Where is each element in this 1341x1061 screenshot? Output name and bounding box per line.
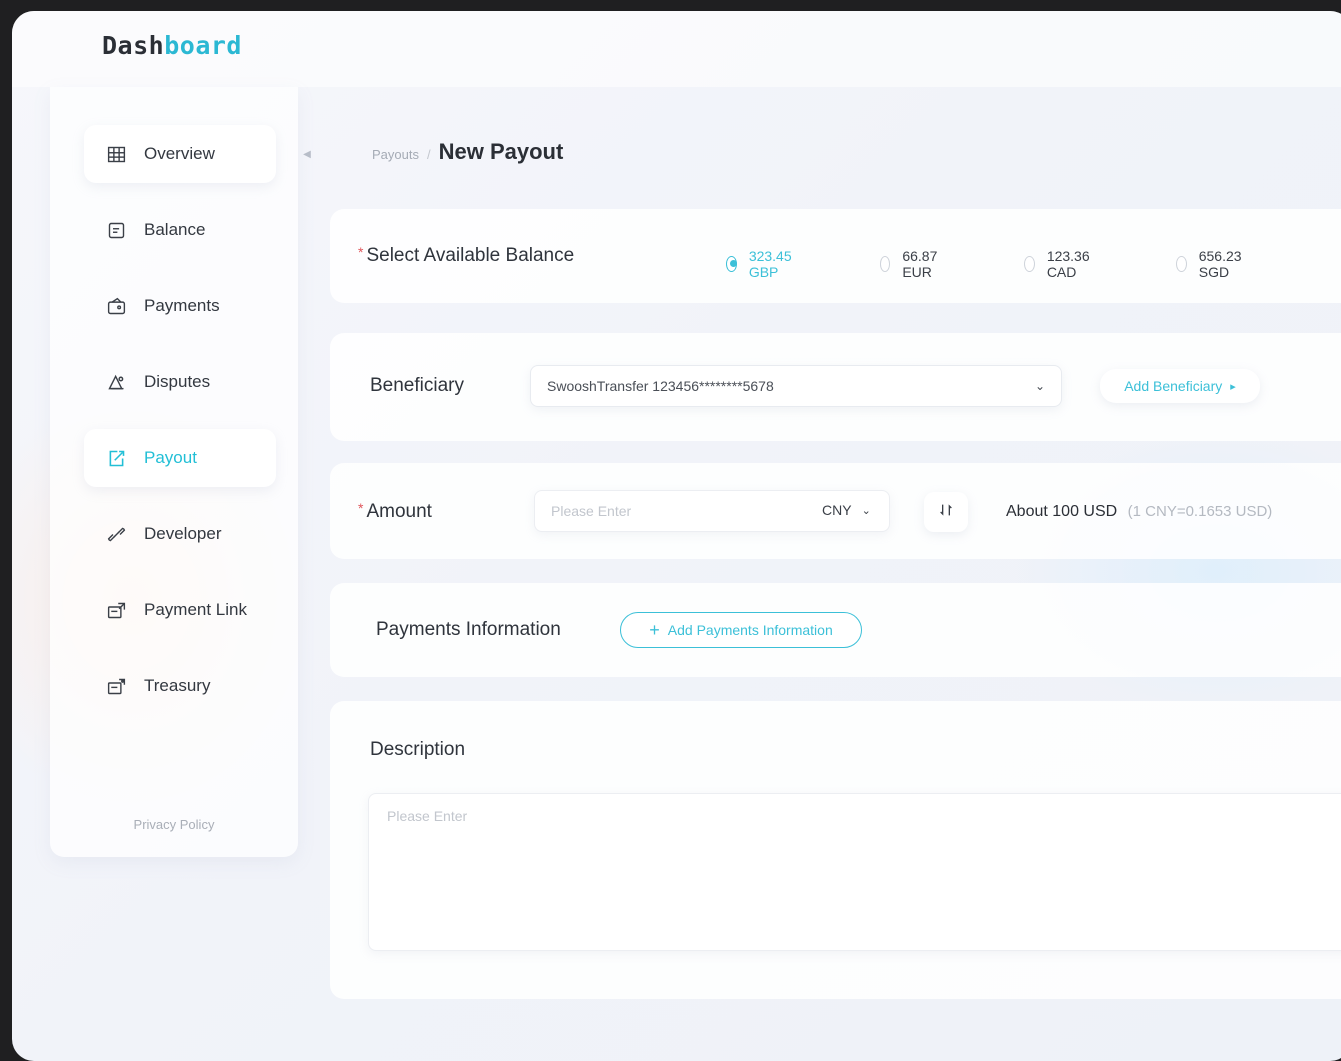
amount-card: *Amount CNY ⌄ About 100 USD (1 CNY=0.165… [330, 463, 1341, 559]
app-logo[interactable]: Dashboard [102, 31, 242, 60]
amount-label-text: Amount [366, 501, 432, 522]
about-prefix: About [1006, 503, 1048, 520]
description-label: Description [370, 739, 466, 760]
add-beneficiary-label: Add Beneficiary [1124, 378, 1223, 394]
sidebar-item-payment-link[interactable]: Payment Link [84, 581, 276, 639]
beneficiary-card: Beneficiary SwooshTransfer 123456*******… [330, 333, 1341, 441]
balance-option-label: 656.23 SGD [1198, 248, 1242, 280]
beneficiary-value: SwooshTransfer 123456********5678 [547, 378, 774, 394]
swap-icon [938, 502, 954, 523]
sidebar-item-developer[interactable]: Developer [84, 505, 276, 563]
payout-icon [102, 448, 130, 469]
radio-dot [1024, 256, 1035, 272]
sidebar-item-label: Overview [144, 144, 215, 163]
radio-dot [880, 256, 891, 272]
balance-option-gbp[interactable]: 323.45 GBP [726, 248, 797, 280]
sidebar-item-label: Balance [144, 220, 206, 239]
balance-option-label: 323.45 GBP [748, 248, 792, 280]
balance-option-eur[interactable]: 66.87 EUR [880, 248, 943, 280]
converted-amount: About 100 USD (1 CNY=0.1653 USD) [1006, 503, 1272, 521]
add-payments-info-button[interactable]: + Add Payments Information [620, 612, 862, 648]
sidebar-item-label: Developer [144, 524, 222, 543]
link-chain-icon [102, 524, 130, 545]
breadcrumb-separator: / [426, 147, 431, 162]
logo-text-dash: Dash [102, 31, 165, 60]
sidebar-item-label: Payout [144, 448, 197, 467]
description-textarea[interactable] [368, 793, 1341, 951]
description-card: Description [330, 701, 1341, 999]
privacy-policy-link[interactable]: Privacy Policy [50, 817, 298, 832]
balance-option-cad[interactable]: 123.36 CAD [1024, 248, 1095, 280]
sidebar-item-label: Treasury [144, 676, 211, 695]
chevron-down-icon: ⌄ [1034, 379, 1045, 393]
required-mark: * [358, 244, 364, 260]
app-window: Dashboard Overview Balance Payments Disp… [12, 11, 1341, 1061]
sidebar-item-treasury[interactable]: Treasury [84, 657, 276, 715]
sidebar-item-balance[interactable]: Balance [84, 201, 276, 259]
chevron-right-icon: ▸ [1230, 380, 1236, 393]
treasury-icon [102, 676, 130, 697]
add-payments-info-label: Add Payments Information [667, 622, 833, 638]
sidebar-item-label: Disputes [144, 372, 211, 391]
sidebar-item-label: Payment Link [144, 600, 247, 619]
sidebar-item-payout[interactable]: Payout [84, 429, 276, 487]
grid-icon [102, 144, 130, 165]
balance-option-label: 123.36 CAD [1046, 248, 1090, 280]
sidebar-item-overview[interactable]: Overview [84, 125, 276, 183]
chevron-down-icon: ⌄ [861, 504, 871, 517]
exchange-rate: (1 CNY=0.1653 USD) [1127, 503, 1273, 520]
beneficiary-label: Beneficiary [370, 375, 464, 396]
balance-icon [102, 220, 130, 241]
balance-option-sgd[interactable]: 656.23 SGD [1176, 248, 1247, 280]
add-beneficiary-button[interactable]: Add Beneficiary ▸ [1100, 369, 1260, 403]
about-value: 100 [1052, 503, 1079, 520]
payment-link-icon [102, 600, 130, 621]
required-mark: * [358, 500, 364, 516]
balance-option-label: 66.87 EUR [902, 248, 938, 280]
collapse-sidebar-icon[interactable]: ◀ [299, 142, 315, 168]
payments-info-card: Payments Information + Add Payments Info… [330, 583, 1341, 677]
amount-label: * Amount [358, 500, 432, 523]
disputes-icon [102, 372, 130, 393]
radio-dot [726, 256, 737, 272]
sidebar-item-payments[interactable]: Payments [84, 277, 276, 335]
beneficiary-select[interactable]: SwooshTransfer 123456********5678 ⌄ [530, 365, 1062, 407]
plus-icon: + [649, 620, 660, 640]
breadcrumb-parent[interactable]: Payouts [372, 147, 419, 162]
logo-text-board: board [164, 31, 242, 60]
balance-label-text: Select Available Balance [366, 245, 575, 266]
currency-value: CNY [822, 502, 852, 518]
balance-label: * Select Available Balance [358, 244, 575, 267]
top-bar: Dashboard [12, 11, 1341, 87]
swap-currency-button[interactable] [924, 492, 968, 532]
radio-dot [1176, 256, 1187, 272]
sidebar-item-disputes[interactable]: Disputes [84, 353, 276, 411]
breadcrumb: Payouts / New Payout [372, 139, 563, 165]
sidebar-item-label: Payments [144, 296, 220, 315]
payments-info-label: Payments Information [376, 619, 561, 640]
wallet-icon [102, 296, 130, 317]
currency-select[interactable]: CNY ⌄ [822, 502, 871, 518]
balance-card: * Select Available Balance 323.45 GBP 66.… [330, 209, 1341, 303]
about-currency: USD [1083, 503, 1118, 520]
page-title: New Payout [438, 139, 564, 164]
sidebar: Overview Balance Payments Disputes Payou… [50, 87, 298, 857]
